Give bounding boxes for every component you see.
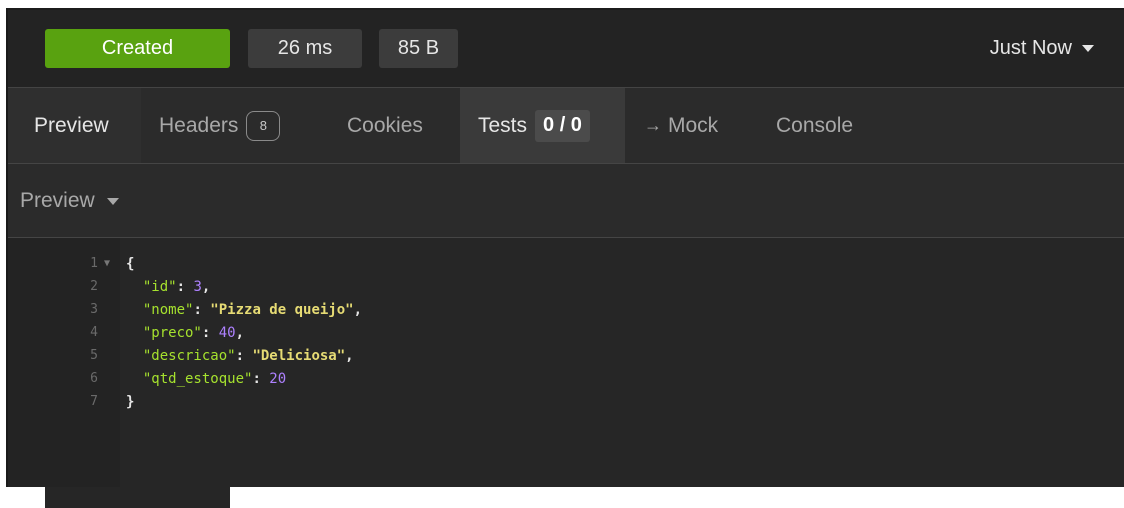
preview-mode-row: Preview (8, 164, 1124, 238)
json-field: "nome": "Pizza de queijo", (142, 301, 363, 318)
line-number: 6 (90, 371, 98, 386)
json-key: "qtd_estoque" (142, 370, 253, 387)
tab-console-label: Console (776, 113, 854, 137)
response-panel: 201 Created 26 ms 85 B Just Now Preview … (6, 8, 1124, 508)
tab-cookies-label: Cookies (347, 113, 423, 137)
response-time-badge: 26 ms (248, 29, 362, 68)
code-line: 1 ▼ { (8, 252, 1124, 275)
line-number: 7 (90, 394, 98, 409)
response-tabs: Preview Headers 8 Cookies Tests 0 / 0 → … (8, 88, 1124, 164)
line-number: 5 (90, 348, 98, 363)
tab-preview-label: Preview (34, 113, 109, 137)
preview-mode-dropdown[interactable]: Preview (20, 164, 119, 238)
json-viewer[interactable]: 1 ▼ { 2 "id": 3, 3 "nome": "Pizza de que… (8, 238, 1124, 487)
history-dropdown[interactable]: Just Now (990, 29, 1094, 68)
fold-toggle-icon[interactable]: ▼ (104, 258, 110, 269)
response-size-badge: 85 B (379, 29, 458, 68)
code-line: 7 } (8, 390, 1124, 413)
line-number: 2 (90, 279, 98, 294)
tab-headers-label: Headers (159, 113, 239, 137)
tab-mock[interactable]: → Mock (644, 88, 718, 163)
json-value: 3 (193, 278, 202, 295)
response-status-bar: 201 Created 26 ms 85 B Just Now (8, 8, 1124, 508)
json-value: 20 (269, 370, 287, 387)
close-brace: } (126, 393, 135, 410)
app-frame: 201 Created 26 ms 85 B Just Now Preview … (0, 0, 1124, 508)
json-key: "id" (142, 278, 177, 295)
json-value: "Deliciosa" (252, 347, 346, 364)
line-number: 3 (90, 302, 98, 317)
status-badge: 201 Created (45, 29, 230, 508)
json-field: "descricao": "Deliciosa", (142, 347, 354, 364)
json-key: "nome" (142, 301, 194, 318)
line-number: 1 (90, 256, 98, 271)
tab-tests-label: Tests (478, 113, 528, 137)
code-line: 5 "descricao": "Deliciosa", (8, 344, 1124, 367)
code-line: 2 "id": 3, (8, 275, 1124, 298)
tests-count-badge: 0 / 0 (535, 109, 590, 142)
json-key: "preco" (142, 324, 202, 341)
json-key: "descricao" (142, 347, 236, 364)
arrow-right-icon: → (644, 115, 662, 135)
caret-down-icon (1082, 45, 1094, 52)
json-field: "preco": 40, (142, 324, 245, 341)
open-brace: { (126, 255, 135, 272)
json-field: "qtd_estoque": 20 (142, 370, 287, 387)
json-trail: , (201, 278, 211, 295)
json-value: 40 (218, 324, 236, 341)
caret-down-icon (106, 197, 119, 205)
tab-preview[interactable]: Preview (8, 88, 141, 163)
timestamp-label: Just Now (989, 37, 1072, 59)
preview-mode-label: Preview (20, 189, 95, 212)
json-field: "id": 3, (142, 278, 211, 295)
json-trail: , (353, 301, 363, 318)
tab-tests[interactable]: Tests 0 / 0 (460, 88, 625, 163)
status-text: Created (101, 37, 174, 59)
headers-count-badge: 8 (246, 110, 281, 141)
tab-cookies[interactable]: Cookies (347, 88, 423, 163)
json-value: "Pizza de queijo" (210, 301, 354, 318)
json-trail: , (345, 347, 354, 364)
tab-console[interactable]: Console (776, 88, 853, 163)
tab-headers[interactable]: Headers 8 (159, 88, 281, 163)
json-trail: , (235, 324, 245, 341)
tab-mock-label: Mock (668, 113, 719, 137)
code-line: 4 "preco": 40, (8, 321, 1124, 344)
code-line: 6 "qtd_estoque": 20 (8, 367, 1124, 390)
code-line: 3 "nome": "Pizza de queijo", (8, 298, 1124, 321)
line-number: 4 (90, 325, 98, 340)
